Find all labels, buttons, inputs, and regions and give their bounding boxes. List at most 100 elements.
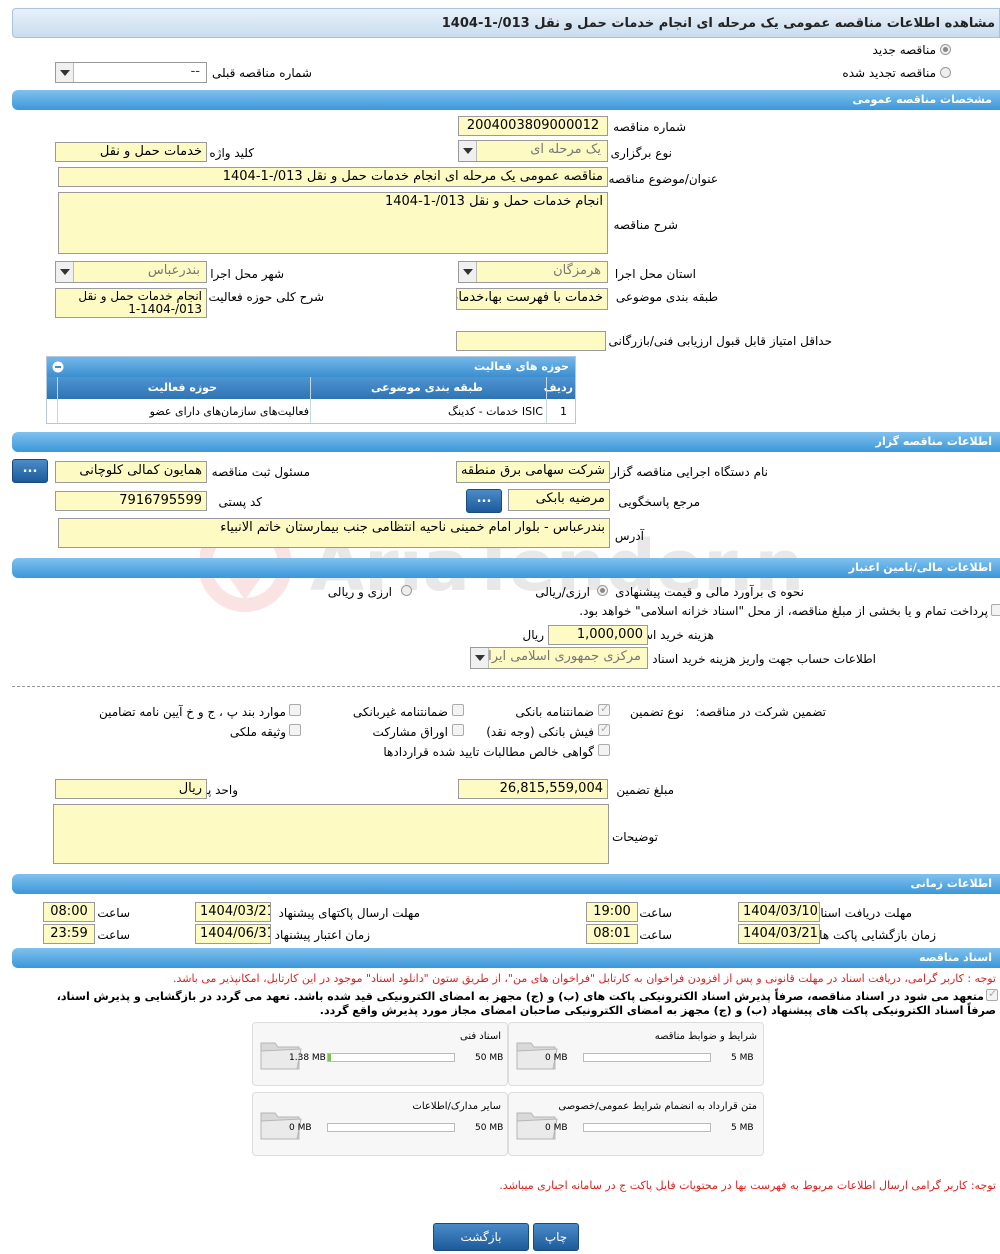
radio-renewed-tender[interactable] (940, 67, 951, 78)
registrar-label: مسئول ثبت مناقصه (211, 465, 310, 479)
treasury-checkbox[interactable] (991, 604, 1000, 616)
document-card[interactable]: شرایط و ضوابط مناقصه 0 MB 5 MB (508, 1022, 764, 1086)
radio-rial[interactable] (597, 585, 608, 596)
receivables-label: گواهی خالص مطالبات تایید شده قراردادها (383, 745, 594, 759)
section-financial: اطلاعات مالی/تامین اعتبار (12, 558, 1000, 578)
footer-notice: توجه: کاربر گرامی ارسال اطلاعات مربوط به… (499, 1179, 996, 1192)
clauses-label: موارد بند پ ، ج و خ آیین نامه تضامین (98, 705, 286, 719)
responder-field[interactable]: مرضیه بابکی (508, 489, 610, 511)
chk-property[interactable] (289, 724, 301, 736)
tender-number-field[interactable]: 2004003809000012 (458, 116, 608, 136)
option-currency-rial-label: ارزی و ریالی (327, 585, 392, 599)
document-progress-bar (583, 1053, 711, 1062)
document-card[interactable]: متن قرارداد به انضمام شرایط عمومی/خصوصی 0… (508, 1092, 764, 1156)
document-progress-fill (328, 1054, 332, 1061)
documents-notice: توجه : کاربر گرامی، دریافت اسناد در مهلت… (172, 972, 996, 985)
document-max-size: 5 MB (731, 1053, 754, 1063)
amount-label: مبلغ تضمین (616, 783, 674, 797)
opening-date[interactable]: 1404/03/21 (738, 924, 820, 944)
back-button[interactable]: بازگشت (433, 1223, 529, 1251)
city-select[interactable]: بندرعباس (55, 261, 207, 283)
validity-date[interactable]: 1404/06/31 (195, 924, 271, 944)
radio-new-tender[interactable] (940, 44, 951, 55)
print-button[interactable]: چاپ (533, 1223, 579, 1251)
document-progress-bar (327, 1053, 455, 1062)
registrar-lookup-button[interactable]: ... (12, 459, 48, 483)
col-row: ردیف (543, 381, 573, 394)
address-field[interactable]: بندرعباس - بلوار امام خمینی ناحیه انتظام… (58, 518, 610, 548)
time-label: ساعت (639, 928, 672, 942)
responder-lookup-button[interactable]: ... (466, 489, 502, 513)
section-general: مشخصات مناقصه عمومی (12, 90, 1000, 110)
purchase-cost-field[interactable]: 1,000,000 (548, 625, 648, 645)
grid-columns: ردیف طبقه بندی موضوعی حوزه فعالیت (47, 377, 575, 399)
document-used-size: 1.38 MB (289, 1053, 326, 1063)
estimate-label: نحوه ی برآورد مالی و قیمت پیشنهادی (615, 585, 804, 599)
document-title: سایر مدارک/اطلاعات (412, 1101, 501, 1112)
page-header: مشاهده اطلاعات مناقصه عمومی یک مرحله ای … (12, 8, 1000, 38)
commitment-checkbox[interactable] (986, 987, 998, 1001)
category-field[interactable]: خدمات با فهرست بها،خدمات (456, 288, 608, 310)
chk-bonds[interactable] (452, 724, 464, 736)
activities-grid: حوزه های فعالیت ردیف طبقه بندی موضوعی حو… (46, 356, 576, 424)
bank-receipt-label: فیش بانکی (وجه نقد) (486, 725, 594, 739)
description-field[interactable]: انجام خدمات حمل و نقل 013/-1-1404 (58, 192, 608, 254)
hold-type-select[interactable]: یک مرحله ای (458, 140, 608, 162)
account-select[interactable]: مرکزی جمهوری اسلامی ایرا (470, 647, 648, 669)
chevron-down-icon (56, 262, 74, 282)
postal-field[interactable]: 7916795599 (55, 491, 207, 511)
guarantee-label: تضمین شرکت در مناقصه: (695, 705, 826, 719)
page-title: مشاهده اطلاعات مناقصه عمومی یک مرحله ای … (441, 16, 995, 31)
validity-time[interactable]: 23:59 (43, 924, 95, 944)
time-label: ساعت (97, 928, 130, 942)
chk-bank-guarantee[interactable] (598, 702, 610, 716)
doc-receive-time[interactable]: 19:00 (586, 902, 638, 922)
chk-receivables[interactable] (598, 744, 610, 756)
previous-number-select[interactable]: -- (55, 62, 207, 83)
chevron-down-icon (471, 648, 489, 668)
account-label: اطلاعات حساب جهت واریز هزینه خرید اسناد (652, 652, 876, 666)
subject-field[interactable]: مناقصه عمومی یک مرحله ای انجام خدمات حمل… (58, 167, 608, 187)
keyword-field[interactable]: خدمات حمل و نقل (55, 142, 207, 162)
time-label: ساعت (639, 906, 672, 920)
responder-label: مرجع پاسخگویی (618, 495, 700, 509)
postal-label: کد پستی (218, 495, 263, 509)
document-progress-bar (327, 1123, 455, 1132)
commitment-text-2: صرفاً اسناد الکترونیکی پاکت های پیشنهاد … (319, 1004, 996, 1017)
send-deadline-date[interactable]: 1404/03/21 (195, 902, 271, 922)
chevron-down-icon (56, 63, 74, 82)
document-max-size: 50 MB (475, 1053, 504, 1063)
commitment-text-1: متعهد می شود در اسناد مناقصه، صرفاً پذیر… (56, 990, 984, 1003)
table-row[interactable]: 1 خدمات - کدینگ ISIC فعالیت‌های سازمان‌ه… (47, 399, 575, 423)
document-card[interactable]: اسناد فنی 1.38 MB 50 MB (252, 1022, 508, 1086)
chk-clauses[interactable] (289, 704, 301, 716)
option-rial-label: ارزی/ریالی (535, 585, 590, 599)
province-select[interactable]: هرمزگان (458, 261, 608, 283)
amount-field[interactable]: 26,815,559,004 (458, 779, 608, 799)
activity-desc-field[interactable]: انجام خدمات حمل و نقل 013/-1-1404 (55, 288, 207, 318)
hold-type-label: نوع برگزاری (610, 146, 672, 160)
previous-number-label: شماره مناقصه قبلی (212, 66, 312, 80)
treasury-text: پرداخت تمام و یا بخشی از مبلغ مناقصه، از… (579, 604, 988, 618)
document-card[interactable]: سایر مدارک/اطلاعات 0 MB 50 MB (252, 1092, 508, 1156)
document-title: متن قرارداد به انضمام شرایط عمومی/خصوصی (558, 1101, 757, 1112)
send-deadline-time[interactable]: 08:00 (43, 902, 95, 922)
collapse-icon[interactable] (52, 361, 64, 373)
radio-currency-rial[interactable] (401, 585, 412, 596)
non-bank-guarantee-label: ضمانتنامه غیربانکی (352, 705, 448, 719)
agency-field[interactable]: شرکت سهامی برق منطقه (456, 461, 610, 483)
opening-time[interactable]: 08:01 (586, 924, 638, 944)
document-title: اسناد فنی (460, 1031, 501, 1042)
purchase-cost-unit: ریال (522, 628, 544, 642)
document-progress-bar (583, 1123, 711, 1132)
doc-receive-date[interactable]: 1404/03/10 (738, 902, 820, 922)
notes-field[interactable] (53, 804, 609, 864)
chk-non-bank-guarantee[interactable] (452, 704, 464, 716)
currency-field[interactable]: ریال (55, 779, 207, 799)
notes-label: توضیحات (611, 830, 658, 844)
min-score-field[interactable] (456, 331, 606, 351)
chk-bank-receipt[interactable] (598, 722, 610, 736)
col-activity: حوزه فعالیت (147, 381, 217, 394)
registrar-field[interactable]: همایون کمالی کلوچانی (55, 461, 207, 483)
document-max-size: 50 MB (475, 1123, 504, 1133)
